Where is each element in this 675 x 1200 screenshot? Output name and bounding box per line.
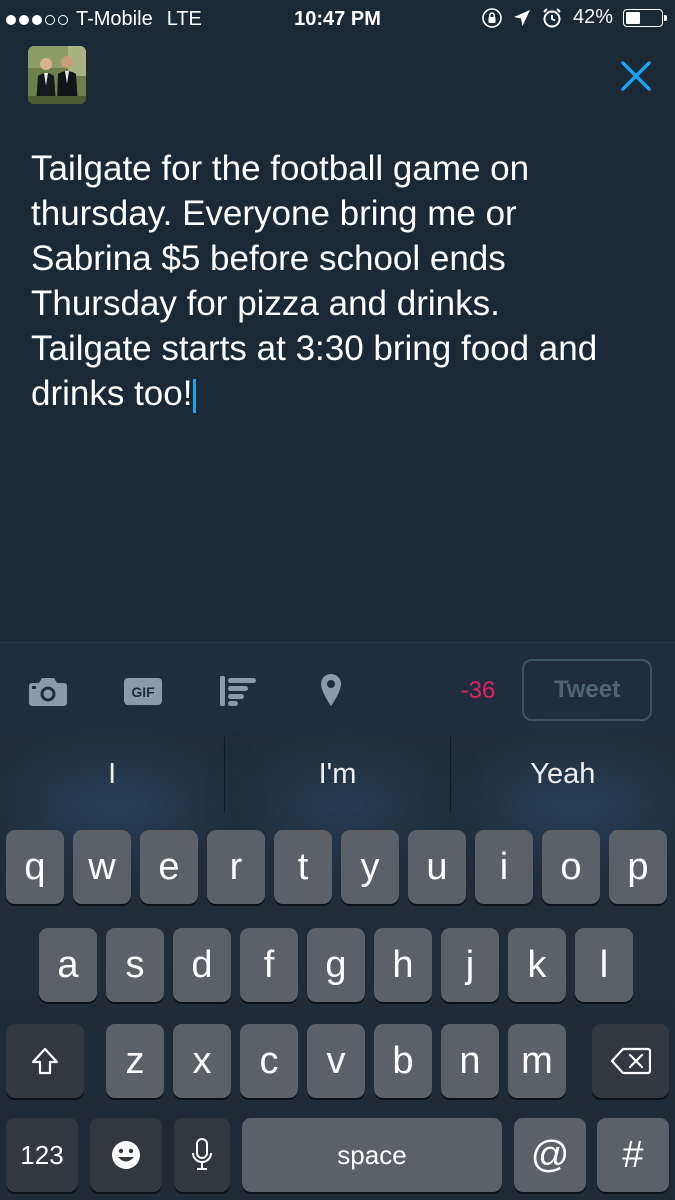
- suggestion-item[interactable]: I'm: [225, 736, 451, 812]
- key-h[interactable]: h: [374, 928, 432, 1002]
- text-cursor: [193, 379, 197, 413]
- status-bar: T-Mobile LTE 10:47 PM 42%: [0, 0, 675, 38]
- emoji-key[interactable]: [90, 1118, 162, 1192]
- space-key[interactable]: space: [242, 1118, 502, 1192]
- dictation-key[interactable]: [174, 1118, 230, 1192]
- suggestion-bar: I I'm Yeah: [0, 736, 675, 812]
- emoji-icon: [112, 1141, 140, 1169]
- microphone-icon: [192, 1138, 212, 1170]
- key-s[interactable]: s: [106, 928, 164, 1002]
- location-pin-icon[interactable]: [320, 673, 342, 707]
- key-q[interactable]: q: [6, 830, 64, 904]
- camera-icon[interactable]: [28, 675, 68, 707]
- key-x[interactable]: x: [173, 1024, 231, 1098]
- carrier-label: T-Mobile: [76, 8, 153, 30]
- key-k[interactable]: k: [508, 928, 566, 1002]
- key-o[interactable]: o: [542, 830, 600, 904]
- key-g[interactable]: g: [307, 928, 365, 1002]
- profile-photo: [28, 46, 86, 104]
- tweet-button[interactable]: Tweet: [522, 659, 652, 721]
- key-j[interactable]: j: [441, 928, 499, 1002]
- suggestion-item[interactable]: Yeah: [451, 736, 675, 812]
- backspace-icon: [610, 1047, 651, 1075]
- key-p[interactable]: p: [609, 830, 667, 904]
- alarm-icon: [543, 7, 561, 27]
- gif-icon[interactable]: GIF: [124, 678, 162, 705]
- key-d[interactable]: d: [173, 928, 231, 1002]
- poll-icon[interactable]: [219, 675, 257, 707]
- suggestion-item[interactable]: I: [0, 736, 226, 812]
- key-b[interactable]: b: [374, 1024, 432, 1098]
- key-m[interactable]: m: [508, 1024, 566, 1098]
- key-a[interactable]: a: [39, 928, 97, 1002]
- key-u[interactable]: u: [408, 830, 466, 904]
- battery-icon: [623, 8, 667, 27]
- at-key[interactable]: @: [514, 1118, 586, 1192]
- key-c[interactable]: c: [240, 1024, 298, 1098]
- shift-key[interactable]: [6, 1024, 84, 1098]
- key-y[interactable]: y: [341, 830, 399, 904]
- key-e[interactable]: e: [140, 830, 198, 904]
- key-w[interactable]: w: [73, 830, 131, 904]
- key-t[interactable]: t: [274, 830, 332, 904]
- keyboard: I I'm Yeah q w e r t y u i o p a s d f g…: [0, 736, 675, 1200]
- hash-key[interactable]: #: [597, 1118, 669, 1192]
- network-label: LTE: [166, 8, 202, 30]
- numbers-key[interactable]: 123: [6, 1118, 78, 1192]
- orientation-lock-icon: [482, 7, 502, 28]
- tweet-text: Tailgate for the football game on thursd…: [31, 149, 598, 413]
- key-v[interactable]: v: [307, 1024, 365, 1098]
- signal-strength-icon: [6, 14, 68, 25]
- shift-icon: [31, 1047, 59, 1075]
- close-icon[interactable]: [616, 56, 656, 96]
- location-arrow-icon: [513, 9, 530, 26]
- battery-percent: 42%: [572, 6, 613, 28]
- key-f[interactable]: f: [240, 928, 298, 1002]
- delete-key[interactable]: [592, 1024, 669, 1098]
- tweet-text-input[interactable]: Tailgate for the football game on thursd…: [31, 146, 651, 416]
- key-n[interactable]: n: [441, 1024, 499, 1098]
- key-r[interactable]: r: [207, 830, 265, 904]
- gif-label: GIF: [131, 683, 155, 700]
- avatar[interactable]: [28, 46, 86, 104]
- key-l[interactable]: l: [575, 928, 633, 1002]
- character-count: -36: [460, 677, 496, 704]
- compose-toolbar: GIF -36 Tweet: [0, 642, 675, 737]
- key-z[interactable]: z: [106, 1024, 164, 1098]
- key-i[interactable]: i: [475, 830, 533, 904]
